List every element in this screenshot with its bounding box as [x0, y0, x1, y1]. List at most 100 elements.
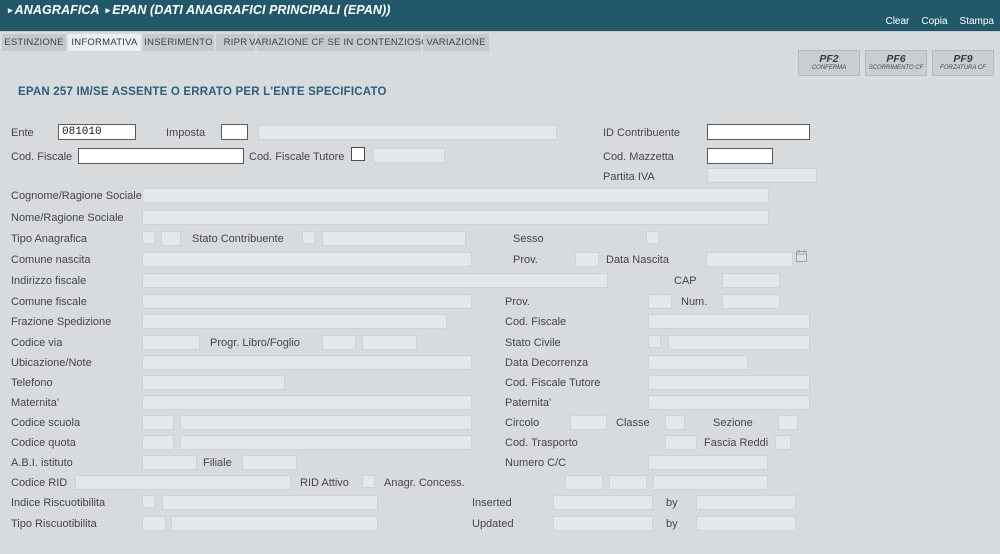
label-tipo-riscuotibilita: Tipo Riscuotibilita [11, 518, 97, 530]
label-codice-rid: Codice RID [11, 477, 68, 489]
tab-informativa[interactable]: INFORMATIVA [68, 34, 141, 51]
label-sezione: Sezione [713, 417, 753, 429]
label-rid-attivo: RID Attivo [300, 477, 349, 489]
checkbox-stato-civile [648, 335, 661, 348]
checkbox-cod-fiscale-tutore[interactable] [351, 147, 365, 161]
pf6-scorrimento-cf-button[interactable]: PF6 SCORRIMENTO CF [865, 50, 927, 76]
field-codice-via [142, 335, 200, 350]
field-indice-riscuotibilita [162, 495, 378, 510]
label-cod-fiscale-tutore: Cod. Fiscale Tutore [249, 151, 345, 163]
label-telefono: Telefono [11, 377, 53, 389]
field-classe [665, 415, 685, 430]
stampa-action[interactable]: Stampa [960, 16, 994, 27]
label-prov-fiscale: Prov. [505, 296, 530, 308]
field-cod-fiscale-tutore-2 [648, 375, 810, 390]
field-anagr-concess-2 [609, 475, 647, 490]
label-partita-iva: Partita IVA [603, 171, 655, 183]
label-sesso: Sesso [513, 233, 544, 245]
label-prov-nascita: Prov. [513, 254, 538, 266]
field-codice-quota-code [142, 435, 174, 450]
field-ente[interactable]: 081010 [58, 124, 136, 140]
pf9-forzatura-cf-button[interactable]: PF9 FORZATURA CF [932, 50, 994, 76]
label-cod-fiscale-2: Cod. Fiscale [505, 316, 567, 328]
tab-variazione[interactable]: VARIAZIONE [423, 34, 489, 51]
breadcrumb-arrow-icon-2: ▸ [105, 5, 111, 15]
label-numero-cc: Numero C/C [505, 457, 567, 469]
function-key-bar: PF2 CONFERMA PF6 SCORRIMENTO CF PF9 FORZ… [798, 50, 994, 76]
label-comune-fiscale: Comune fiscale [11, 296, 87, 308]
label-updated: Updated [472, 518, 514, 530]
pf2-conferma-button[interactable]: PF2 CONFERMA [798, 50, 860, 76]
field-partita-iva [707, 168, 817, 183]
field-comune-fiscale [142, 294, 472, 309]
label-ente: Ente [11, 127, 34, 139]
label-cap: CAP [674, 275, 697, 287]
breadcrumb-arrow-icon: ▸ [8, 5, 13, 15]
field-nome-ragione-sociale [142, 210, 769, 225]
field-maternita [142, 395, 472, 410]
field-frazione-spedizione [142, 314, 447, 329]
field-num [722, 294, 780, 309]
field-comune-nascita [142, 252, 472, 267]
calendar-icon[interactable] [796, 250, 807, 262]
pf6-key-label: PF6 [886, 53, 906, 66]
field-circolo [570, 415, 607, 430]
field-imposta-descrizione [258, 125, 557, 140]
field-tipo-riscuotibilita-code [142, 516, 166, 531]
breadcrumb-leaf: EPAN (DATI ANAGRAFICI PRINCIPALI (EPAN)) [112, 3, 391, 17]
copia-action[interactable]: Copia [921, 16, 947, 27]
field-ente-value: 081010 [62, 126, 102, 138]
label-indice-riscuotibilita: Indice Riscuotibilita [11, 497, 106, 509]
tab-estinzione[interactable]: ESTINZIONE [2, 34, 66, 51]
label-paternita: Paternita' [505, 397, 552, 409]
field-cod-fiscale[interactable] [78, 148, 244, 164]
field-ubicazione-note [142, 355, 472, 370]
checkbox-tipo-anagrafica [142, 231, 155, 244]
label-anagr-concess: Anagr. Concess. [384, 477, 465, 489]
field-id-contribuente[interactable] [707, 124, 810, 140]
label-data-nascita: Data Nascita [606, 254, 669, 266]
field-codice-quota-desc [180, 435, 472, 450]
field-tipo-anagrafica [161, 231, 181, 246]
field-stato-contribuente [322, 231, 466, 246]
field-inserted-by [696, 495, 796, 510]
label-cognome-ragione-sociale: Cognome/Ragione Sociale [11, 190, 142, 202]
field-prov-nascita [575, 252, 599, 267]
tab-inserimento[interactable]: INSERIMENTO [143, 34, 214, 51]
field-stato-civile [668, 335, 810, 350]
label-progr-libro-foglio: Progr. Libro/Foglio [210, 337, 300, 349]
label-tipo-anagrafica: Tipo Anagrafica [11, 233, 88, 245]
label-cod-trasporto: Cod. Trasporto [505, 437, 578, 449]
status-message: EPAN 257 IM/SE ASSENTE O ERRATO PER L'EN… [18, 86, 387, 98]
breadcrumb-root[interactable]: ANAGRAFICA [15, 3, 100, 17]
field-cod-fiscale-tutore [373, 148, 445, 163]
field-updated-by [696, 516, 796, 531]
field-progr-libro [322, 335, 356, 350]
label-circolo: Circolo [505, 417, 540, 429]
label-frazione-spedizione: Frazione Spedizione [11, 316, 112, 328]
pf2-sub-label: CONFERMA [811, 65, 847, 72]
label-ubicazione-note: Ubicazione/Note [11, 357, 92, 369]
field-cod-mazzetta[interactable] [707, 148, 773, 164]
field-cognome-ragione-sociale [142, 188, 769, 203]
label-updated-by: by [666, 518, 678, 530]
field-codice-scuola-desc [180, 415, 472, 430]
checkbox-indice-riscuotibilita [142, 495, 155, 508]
pf9-key-label: PF9 [953, 53, 973, 66]
field-fascia-reddi [775, 435, 791, 450]
field-data-decorrenza [648, 355, 748, 370]
field-codice-scuola-code [142, 415, 174, 430]
field-cod-trasporto [665, 435, 697, 450]
label-data-decorrenza: Data Decorrenza [505, 357, 589, 369]
label-cod-fiscale: Cod. Fiscale [11, 151, 73, 163]
header-actions: Clear Copia Stampa [885, 16, 994, 27]
clear-action[interactable]: Clear [885, 16, 909, 27]
app-header: ▸ ANAGRAFICA ▸ EPAN (DATI ANAGRAFICI PRINCI… [0, 0, 1000, 32]
pf6-sub-label: SCORRIMENTO CF [868, 65, 924, 72]
field-telefono [142, 375, 285, 390]
field-updated-date [553, 516, 653, 531]
field-imposta[interactable] [221, 124, 248, 140]
tab-variazione-cf-contenzioso[interactable]: VARIAZIONE CF SE IN CONTENZIOSO [249, 34, 429, 51]
label-filiale: Filiale [203, 457, 232, 469]
tab-bar: ESTINZIONE INFORMATIVA INSERIMENTO RIPR … [0, 34, 1000, 51]
